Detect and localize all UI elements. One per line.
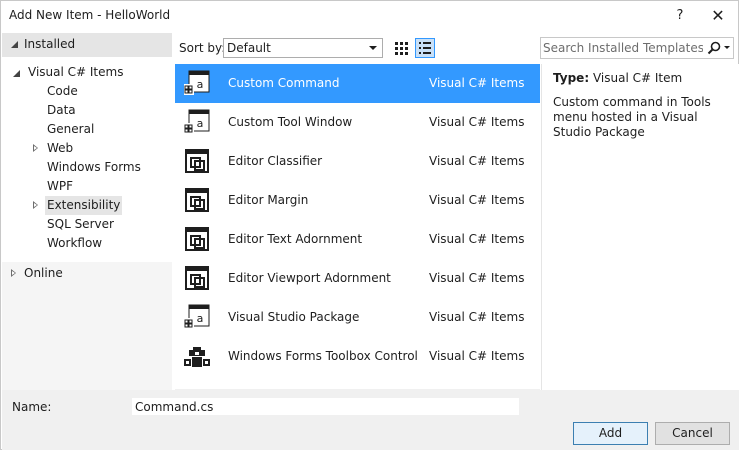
template-name: Editor Viewport Adornment bbox=[228, 271, 391, 285]
template-description: Custom command in Tools menu hosted in a… bbox=[553, 95, 711, 139]
list-view-icon bbox=[419, 42, 431, 54]
svg-text:a: a bbox=[197, 117, 204, 130]
package-template-icon: a bbox=[184, 304, 210, 329]
template-category: Visual C# Items bbox=[429, 310, 525, 324]
template-row-custom-tool-window[interactable]: a Custom Tool Window Visual C# Items bbox=[175, 103, 540, 142]
expand-arrow-icon[interactable] bbox=[30, 139, 42, 158]
window-title: Add New Item - HelloWorld bbox=[9, 8, 171, 22]
tree-item-code[interactable]: Code bbox=[47, 82, 78, 101]
expanded-triangle-icon bbox=[11, 41, 18, 48]
tree-item-label: Code bbox=[47, 84, 78, 98]
type-value: Visual C# Item bbox=[592, 71, 683, 85]
tree-item-label: SQL Server bbox=[47, 217, 114, 231]
template-name: Editor Text Adornment bbox=[228, 232, 363, 246]
search-options-chevron-icon[interactable] bbox=[724, 46, 730, 49]
small-icons-grid-icon bbox=[395, 42, 408, 55]
tree-item-sql-server[interactable]: SQL Server bbox=[47, 215, 114, 234]
expand-arrow-icon[interactable] bbox=[8, 264, 20, 283]
installed-label: Installed bbox=[24, 37, 76, 51]
list-view-button[interactable] bbox=[415, 38, 435, 58]
template-row-visual-studio-package[interactable]: a Visual Studio Package Visual C# Items bbox=[175, 298, 540, 337]
sort-by-label: Sort by: bbox=[179, 41, 226, 55]
type-label: Type: bbox=[553, 71, 590, 85]
editor-extension-icon bbox=[185, 188, 209, 212]
tree-item-windows-forms[interactable]: Windows Forms bbox=[47, 158, 141, 177]
close-button[interactable]: ✕ bbox=[705, 5, 731, 27]
template-category: Visual C# Items bbox=[429, 349, 525, 363]
sort-by-dropdown[interactable]: Default bbox=[223, 38, 383, 58]
small-icons-view-button[interactable] bbox=[391, 38, 411, 58]
template-category: Visual C# Items bbox=[429, 232, 525, 246]
search-icon[interactable] bbox=[707, 41, 721, 55]
file-name-input[interactable] bbox=[132, 398, 519, 415]
tree-item-label: Visual C# Items bbox=[28, 65, 124, 79]
tree-item-visual-csharp-items[interactable]: Visual C# Items bbox=[10, 63, 170, 82]
search-input[interactable] bbox=[543, 40, 703, 56]
help-button[interactable]: ? bbox=[667, 5, 693, 27]
template-category: Visual C# Items bbox=[429, 115, 525, 129]
category-tree-pane: Installed Visual C# Items Code Data Gene… bbox=[2, 31, 172, 390]
search-box[interactable] bbox=[540, 37, 734, 59]
tool-window-template-icon: a bbox=[184, 109, 210, 134]
toolbox-control-icon bbox=[184, 347, 210, 367]
template-name: Editor Margin bbox=[228, 193, 309, 207]
add-button[interactable]: Add bbox=[573, 422, 648, 445]
template-row-editor-margin[interactable]: Editor Margin Visual C# Items bbox=[175, 181, 540, 220]
tree-item-web[interactable]: Web bbox=[30, 139, 170, 158]
template-toolbar: Sort by: Default bbox=[173, 31, 739, 63]
dialog-footer: Name: Add Cancel bbox=[2, 390, 739, 450]
svg-text:a: a bbox=[197, 78, 204, 91]
tree-item-label: Workflow bbox=[47, 236, 103, 250]
expanded-triangle-icon bbox=[13, 70, 20, 77]
add-new-item-dialog: Add New Item - HelloWorld ? ✕ Installed … bbox=[0, 0, 739, 450]
template-name: Custom Command bbox=[228, 76, 340, 90]
editor-extension-icon bbox=[185, 227, 209, 251]
template-name: Custom Tool Window bbox=[228, 115, 353, 129]
template-row-windows-forms-toolbox-control[interactable]: Windows Forms Toolbox Control Visual C# … bbox=[175, 337, 540, 376]
tree-item-label: WPF bbox=[47, 179, 74, 193]
installed-section-header[interactable]: Installed bbox=[2, 33, 172, 57]
template-list: a Custom Command Visual C# Items a Custo… bbox=[175, 64, 540, 390]
cancel-button[interactable]: Cancel bbox=[655, 422, 730, 445]
tree-item-general[interactable]: General bbox=[47, 120, 94, 139]
chevron-down-icon bbox=[369, 46, 377, 50]
template-type-line: Type: Visual C# Item bbox=[553, 71, 682, 85]
editor-extension-icon bbox=[185, 149, 209, 173]
template-category: Visual C# Items bbox=[429, 271, 525, 285]
tree-item-label: General bbox=[47, 122, 95, 136]
online-section-header[interactable]: Online bbox=[8, 264, 178, 284]
online-label: Online bbox=[24, 266, 63, 280]
template-row-editor-text-adornment[interactable]: Editor Text Adornment Visual C# Items bbox=[175, 220, 540, 259]
title-bar: Add New Item - HelloWorld ? ✕ bbox=[1, 1, 738, 31]
template-row-custom-command[interactable]: a Custom Command Visual C# Items bbox=[175, 64, 540, 103]
expand-arrow-icon[interactable] bbox=[30, 196, 42, 215]
tree-item-label: Extensibility bbox=[45, 196, 123, 215]
template-name: Editor Classifier bbox=[228, 154, 323, 168]
command-template-icon: a bbox=[184, 70, 210, 95]
name-label: Name: bbox=[12, 400, 52, 414]
tree-item-label: Data bbox=[47, 103, 76, 117]
tree-item-data[interactable]: Data bbox=[47, 101, 76, 120]
template-row-editor-classifier[interactable]: Editor Classifier Visual C# Items bbox=[175, 142, 540, 181]
tree-item-label: Windows Forms bbox=[47, 160, 141, 174]
template-row-editor-viewport-adornment[interactable]: Editor Viewport Adornment Visual C# Item… bbox=[175, 259, 540, 298]
template-details-pane: Type: Visual C# Item Custom command in T… bbox=[541, 64, 739, 390]
tree-item-workflow[interactable]: Workflow bbox=[47, 234, 102, 253]
tree-item-extensibility[interactable]: Extensibility bbox=[30, 196, 170, 215]
template-category: Visual C# Items bbox=[429, 193, 525, 207]
tree-item-label: Web bbox=[47, 141, 74, 155]
template-name: Windows Forms Toolbox Control bbox=[228, 349, 418, 363]
tree-item-wpf[interactable]: WPF bbox=[47, 177, 73, 196]
editor-extension-icon bbox=[185, 266, 209, 290]
template-name: Visual Studio Package bbox=[228, 310, 360, 324]
svg-text:a: a bbox=[197, 312, 204, 325]
template-category: Visual C# Items bbox=[429, 154, 525, 168]
sort-by-value: Default bbox=[227, 41, 271, 55]
template-category: Visual C# Items bbox=[429, 76, 525, 90]
